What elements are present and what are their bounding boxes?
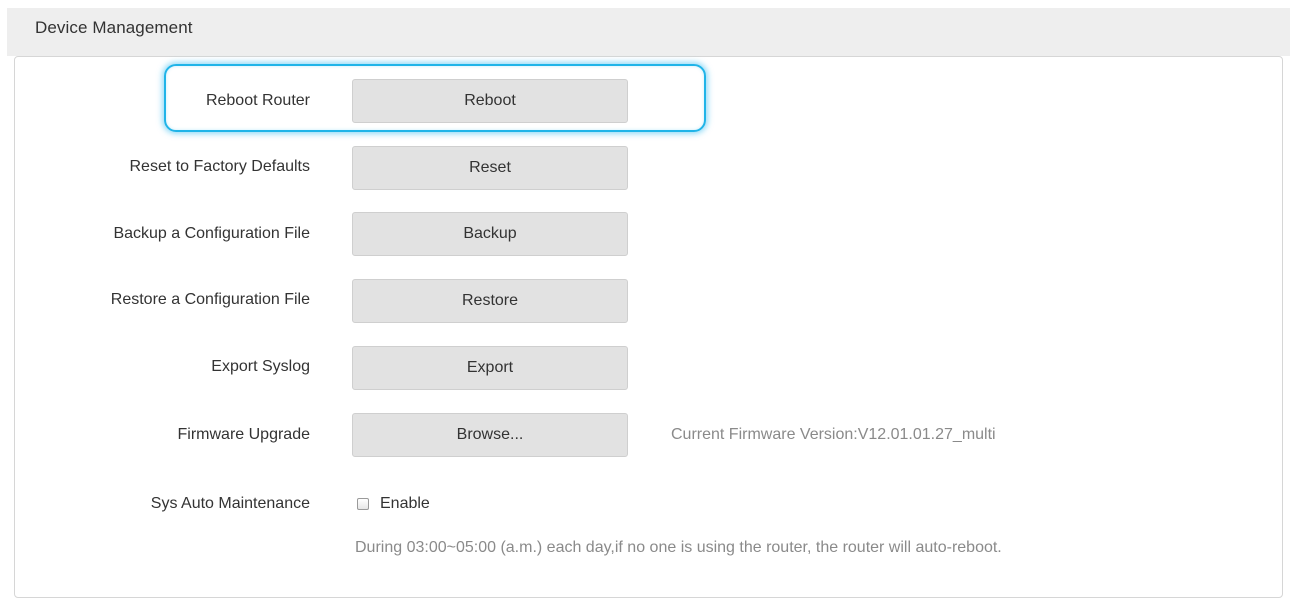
section-title: Device Management (35, 18, 193, 37)
reset-factory-label: Reset to Factory Defaults (129, 158, 310, 175)
firmware-upgrade-label: Firmware Upgrade (177, 426, 310, 443)
backup-config-label: Backup a Configuration File (113, 225, 310, 242)
restore-button[interactable]: Restore (352, 279, 628, 323)
reboot-button[interactable]: Reboot (352, 79, 628, 123)
browse-button[interactable]: Browse... (352, 413, 628, 457)
auto-maintenance-label: Sys Auto Maintenance (150, 495, 310, 512)
enable-checkbox-label[interactable]: Enable (380, 495, 430, 513)
section-header (7, 8, 1290, 56)
reset-button[interactable]: Reset (352, 146, 628, 190)
export-syslog-label: Export Syslog (211, 358, 310, 375)
device-management-panel (14, 56, 1283, 598)
restore-config-label: Restore a Configuration File (110, 291, 310, 308)
backup-button[interactable]: Backup (352, 212, 628, 256)
export-button[interactable]: Export (352, 346, 628, 390)
auto-reboot-note: During 03:00~05:00 (a.m.) each day,if no… (355, 539, 1002, 556)
reboot-router-label: Reboot Router (205, 92, 310, 109)
enable-checkbox[interactable] (357, 498, 369, 510)
firmware-version-text: Current Firmware Version:V12.01.01.27_mu… (671, 426, 996, 443)
